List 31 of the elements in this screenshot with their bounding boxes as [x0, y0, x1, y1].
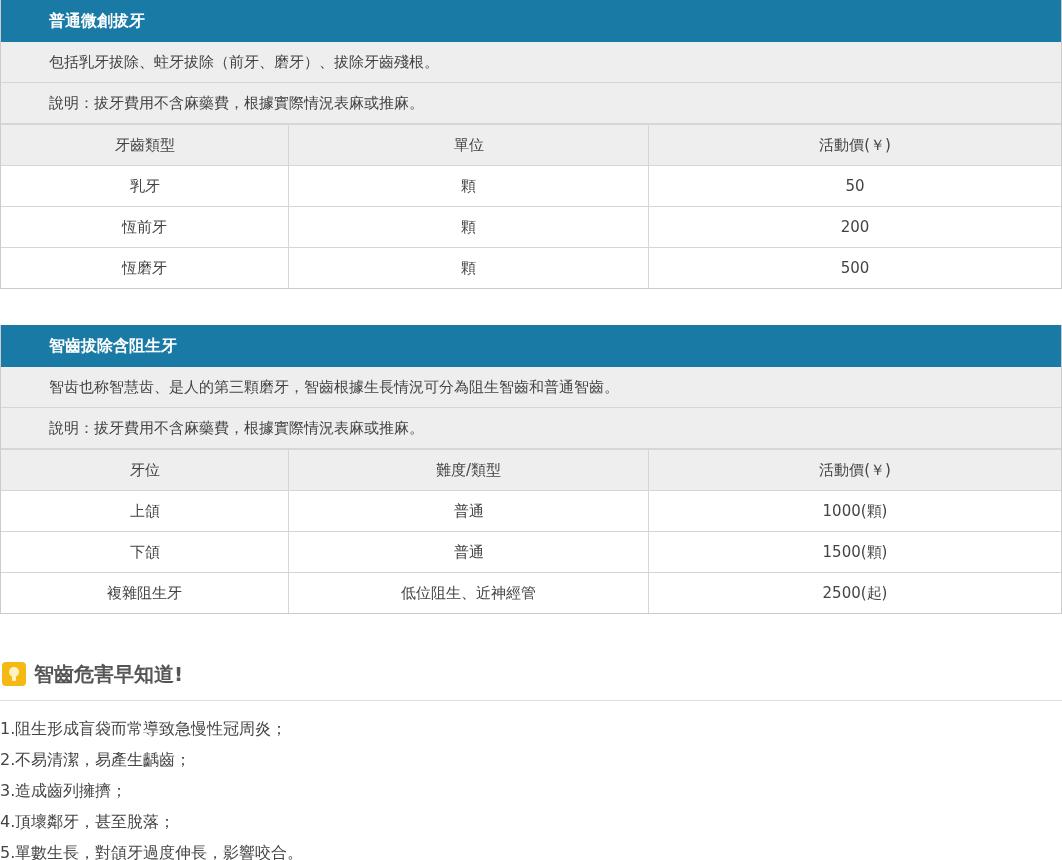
note-text: 說明：拔牙費用不含麻藥費，根據實際情況表麻或推麻。: [1, 83, 1061, 124]
note-text: 包括乳牙拔除、蛀牙拔除（前牙、磨牙）、拔除牙齒殘根。: [1, 42, 1061, 83]
table-cell: 2500(起): [648, 572, 1061, 613]
table-cell: 恆磨牙: [1, 247, 289, 288]
table-cell: 複雜阻生牙: [1, 572, 289, 613]
column-header: 活動價(￥): [648, 449, 1061, 491]
tip-text: 3.造成齒列擁擠；: [0, 780, 129, 802]
table-cell: 顆: [288, 206, 649, 248]
tip-text: 4.頂壞鄰牙，甚至脫落；: [0, 811, 177, 833]
tip-text: 2.不易清潔，易產生齲齒；: [0, 749, 193, 771]
table-cell: 普通: [288, 531, 649, 573]
table-cell: 下頜: [1, 531, 289, 573]
tips-heading: 智齒危害早知道!: [34, 660, 184, 688]
table-cell: 乳牙: [1, 165, 289, 207]
column-header: 難度/類型: [288, 449, 649, 491]
column-header: 牙位: [1, 449, 289, 491]
section-title: 普通微創拔牙: [1, 0, 1061, 42]
table-cell: 恆前牙: [1, 206, 289, 248]
section-title: 智齒拔除含阻生牙: [1, 325, 1061, 367]
lightbulb-icon: [2, 662, 26, 686]
tip-text: 5.單數生長，對頜牙過度伸長，影響咬合。: [0, 842, 305, 860]
column-header: 單位: [288, 124, 649, 166]
note-text: 智齿也称智慧齿、是人的第三顆磨牙，智齒根據生長情況可分為阻生智齒和普通智齒。: [1, 367, 1061, 408]
table-cell: 顆: [288, 165, 649, 207]
table-cell: 上頜: [1, 490, 289, 532]
note-text: 說明：拔牙費用不含麻藥費，根據實際情況表麻或推麻。: [1, 408, 1061, 449]
tip-text: 1.阻生形成盲袋而常導致急慢性冠周炎；: [0, 718, 289, 740]
column-header: 牙齒類型: [1, 124, 289, 166]
table-cell: 500: [648, 247, 1061, 288]
column-header: 活動價(￥): [648, 124, 1061, 166]
table-cell: 普通: [288, 490, 649, 532]
